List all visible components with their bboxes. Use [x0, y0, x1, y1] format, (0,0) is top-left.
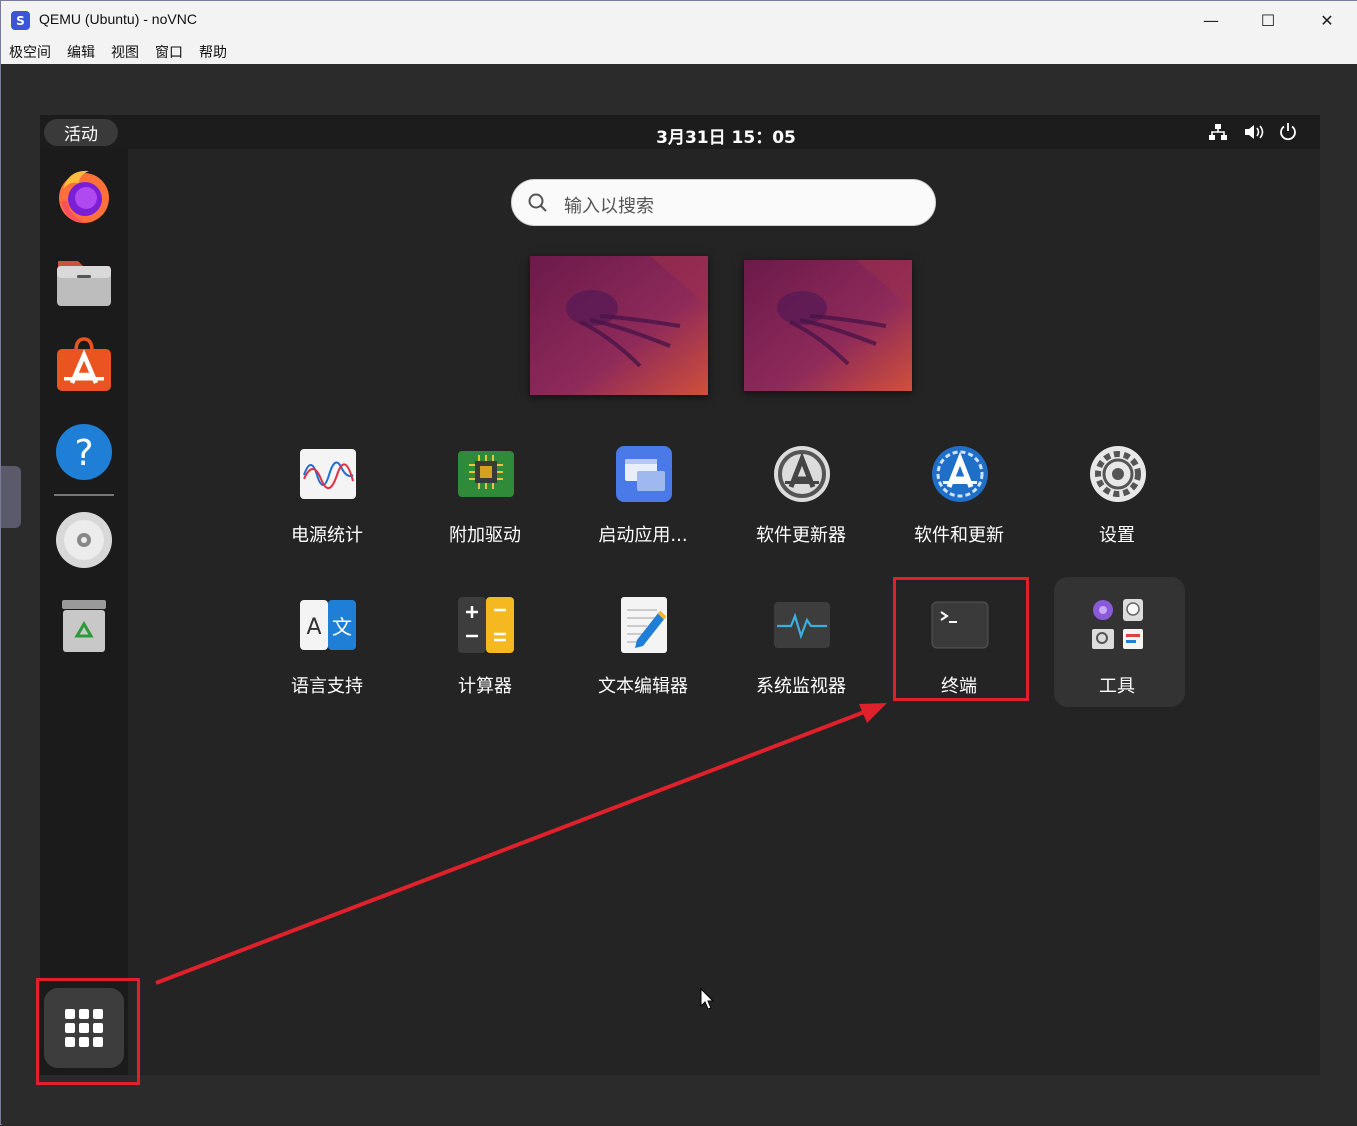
annotation-arrow [155, 703, 887, 985]
novnc-window: S QEMU (Ubuntu) - noVNC — ☐ ✕ 极空间 编辑 视图 … [0, 0, 1357, 1125]
mouse-cursor [700, 987, 716, 1016]
